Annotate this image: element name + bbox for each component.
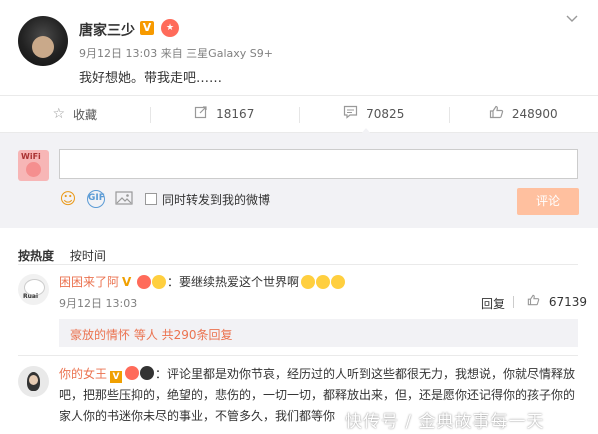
comment-input[interactable] [59, 149, 578, 179]
commenter-name[interactable]: 困困来了阿 [59, 273, 119, 290]
reply-button[interactable]: 回复 [481, 295, 505, 312]
like-count: 248900 [511, 107, 558, 121]
repost-button[interactable]: 18167 [149, 96, 300, 132]
sort-by-time-tab[interactable]: 按时间 [70, 249, 106, 263]
sort-by-hot-tab[interactable]: 按热度 [18, 249, 54, 263]
divider [513, 296, 514, 308]
verified-v-icon: V [122, 274, 132, 289]
subreplies-summary[interactable]: 豪放的情怀 等人 共290条回复 [59, 319, 578, 347]
my-avatar[interactable]: WiFi [18, 150, 49, 181]
comment-count: 70825 [366, 107, 405, 121]
weibo-post: 唐家三少 V ★ 9月12日 13:03 来自 三星Galaxy S9+ 我好想… [0, 0, 598, 95]
like-icon [527, 294, 544, 309]
sort-bar: 按热度 按时间 [18, 247, 106, 264]
star-icon: ☆ [52, 106, 66, 122]
comment-time: 9月12日 13:03 [59, 297, 138, 310]
subreply-user[interactable]: 豪放的情怀 [70, 328, 130, 342]
comment-like-button[interactable]: 67139 [527, 294, 587, 309]
commenter-avatar[interactable] [18, 366, 49, 397]
comment-like-count: 67139 [548, 295, 588, 309]
author-avatar[interactable] [18, 16, 68, 66]
share-icon [194, 105, 208, 123]
commenter-avatar[interactable]: Ruai [18, 274, 49, 305]
crying-emoji-icon [301, 274, 316, 289]
verified-badge-icon: V [140, 21, 154, 35]
comment-button[interactable]: 70825 [299, 96, 449, 132]
badge-icon [137, 274, 152, 289]
repost-checkbox-label: 同时转发到我的微博 [162, 192, 271, 207]
image-icon[interactable] [115, 190, 133, 208]
comment-line: 困困来了阿 V ：要继续热爱这个世界啊 [59, 273, 346, 290]
crying-emoji-icon [316, 274, 331, 289]
member-card-icon: ★ [161, 19, 179, 37]
post-meta: 9月12日 13:03 来自 三星Galaxy S9+ [79, 47, 273, 60]
my-avatar-text: WiFi [21, 152, 41, 161]
emoji-icon[interactable]: ☺ [59, 190, 77, 208]
comment-compose: WiFi ☺ GIF 同时转发到我的微博 评论 [0, 133, 598, 228]
author-name[interactable]: 唐家三少 [79, 20, 135, 40]
repost-checkbox[interactable] [145, 193, 157, 205]
commenter-name[interactable]: 你的女王 [59, 367, 107, 381]
action-bar: ☆ 收藏 18167 70825 248900 [0, 95, 598, 133]
verified-v-icon: V [110, 371, 123, 383]
compose-tools: ☺ GIF 同时转发到我的微博 [59, 190, 270, 208]
subreply-count-text: 等人 共290条回复 [130, 328, 233, 342]
like-button[interactable]: 248900 [448, 96, 598, 132]
balloon-icon [152, 274, 167, 289]
submit-comment-button[interactable]: 评论 [517, 188, 579, 215]
crying-emoji-icon [331, 274, 346, 289]
comment-item: Ruai 困困来了阿 V ：要继续热爱这个世界啊 9月12日 13:03 回复 … [0, 265, 598, 355]
mask-icon [140, 366, 155, 380]
post-content: 我好想她。带我走吧…… [79, 71, 223, 86]
comment-icon [343, 105, 358, 123]
gif-icon[interactable]: GIF [87, 190, 105, 208]
chevron-down-icon[interactable] [565, 12, 579, 26]
comment-text: ：要继续热爱这个世界啊 [167, 275, 300, 289]
favorite-button[interactable]: ☆ 收藏 [0, 96, 150, 132]
badge-icon [125, 366, 140, 380]
watermark: 快传号 / 金典故事每一天 [345, 412, 545, 432]
favorite-label: 收藏 [73, 107, 98, 122]
like-icon [489, 105, 504, 123]
repost-count: 18167 [216, 107, 255, 121]
avatar-text: Ruai [23, 293, 38, 300]
